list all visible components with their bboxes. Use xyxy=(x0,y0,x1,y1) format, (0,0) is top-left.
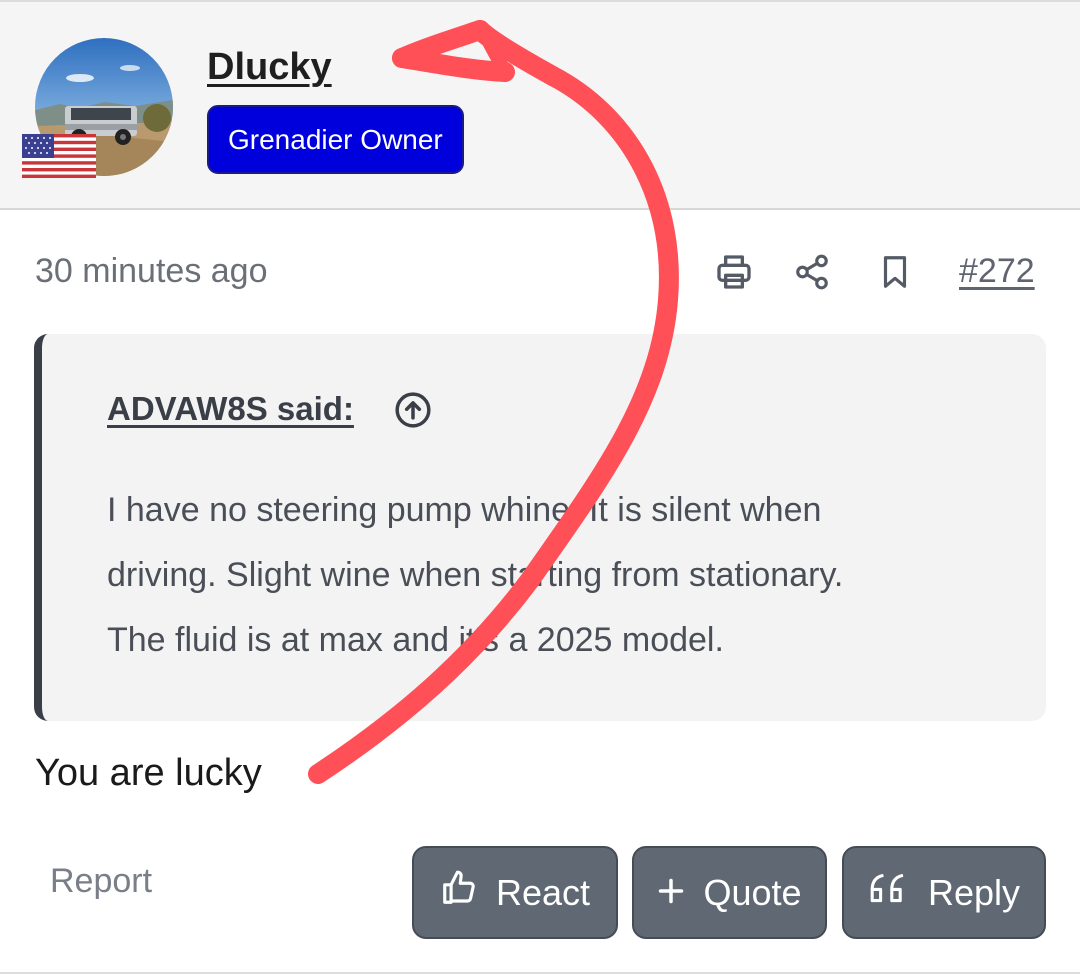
report-link[interactable]: Report xyxy=(50,862,152,901)
plus-icon xyxy=(657,872,685,914)
post-user-header: Dlucky Grenadier Owner xyxy=(0,0,1080,210)
quote-marks-icon xyxy=(868,871,910,914)
post-timestamp[interactable]: 30 minutes ago xyxy=(35,252,268,291)
print-icon[interactable] xyxy=(712,250,756,294)
avatar-group[interactable] xyxy=(22,38,174,180)
post-divider xyxy=(0,972,1080,974)
quote-button[interactable]: Quote xyxy=(632,846,827,939)
quote-line: The fluid is at max and it's a 2025 mode… xyxy=(107,621,724,659)
reply-button[interactable]: Reply xyxy=(842,846,1046,939)
quote-block: ADVAW8S said: I have no steering pump wh… xyxy=(34,334,1046,721)
us-flag-icon xyxy=(22,134,96,178)
quote-line: I have no steering pump whine. It is sil… xyxy=(107,491,822,529)
forum-post: Dlucky Grenadier Owner 30 minutes ago #2… xyxy=(0,0,1080,976)
reply-button-label: Reply xyxy=(927,871,1021,913)
quote-line: driving. Slight wine when starting from … xyxy=(107,556,844,594)
bookmark-icon[interactable] xyxy=(873,250,917,294)
react-button-label: React xyxy=(495,871,591,913)
arrow-up-circle-icon[interactable] xyxy=(394,391,432,429)
quote-text: I have no steering pump whine. It is sil… xyxy=(107,478,1007,673)
thumbs-up-icon xyxy=(440,869,478,916)
quote-author-link[interactable]: ADVAW8S said: xyxy=(107,390,354,428)
username-link[interactable]: Dlucky xyxy=(207,46,332,89)
quote-button-label: Quote xyxy=(703,871,802,913)
user-title-badge: Grenadier Owner xyxy=(207,105,464,174)
post-body-text: You are lucky xyxy=(35,752,262,794)
post-permalink[interactable]: #272 xyxy=(959,252,1035,291)
share-icon[interactable] xyxy=(790,250,834,294)
react-button[interactable]: React xyxy=(412,846,618,939)
